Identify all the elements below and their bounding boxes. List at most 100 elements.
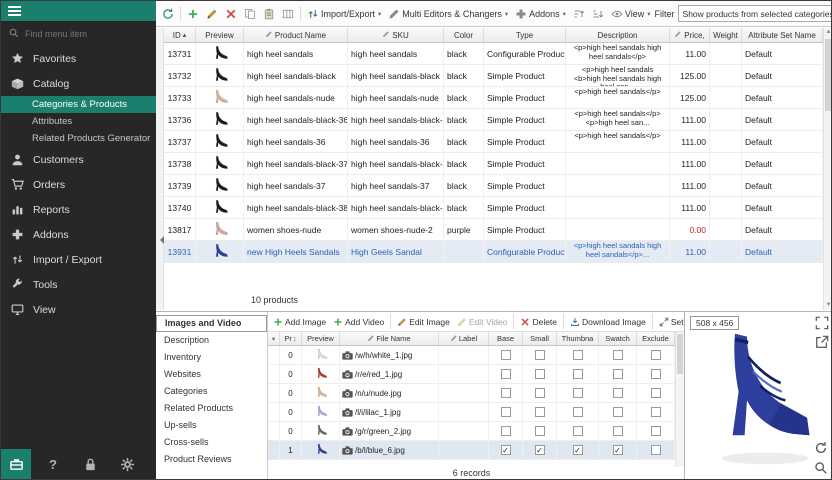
checkbox-small[interactable] xyxy=(535,426,545,436)
scrollbar-thumb[interactable] xyxy=(825,39,832,111)
zoom-icon[interactable] xyxy=(814,461,828,475)
product-row[interactable]: 13732high heel sandals-blackhigh heel sa… xyxy=(164,65,823,87)
product-row[interactable]: 13738high heel sandals-black-37high heel… xyxy=(164,153,823,175)
row-expander[interactable] xyxy=(268,346,280,364)
tab-description[interactable]: Description xyxy=(156,332,267,349)
column-header-menu[interactable]: ▾ xyxy=(268,332,280,345)
checkbox-base[interactable] xyxy=(501,350,511,360)
copy-button[interactable] xyxy=(241,6,259,22)
row-expander[interactable] xyxy=(268,422,280,440)
column-header-exclude[interactable]: Exclude xyxy=(637,332,675,345)
store-icon[interactable] xyxy=(1,449,31,479)
columns-button[interactable] xyxy=(279,6,297,22)
sidebar-item-import-export[interactable]: Import / Export xyxy=(1,247,156,272)
row-expander[interactable] xyxy=(268,384,280,402)
column-header-base[interactable]: Base xyxy=(489,332,523,345)
checkbox-base[interactable] xyxy=(501,407,511,417)
sidebar-subitem-attributes[interactable]: Attributes xyxy=(1,113,156,130)
checkbox-exclude[interactable] xyxy=(651,426,661,436)
lock-icon[interactable] xyxy=(75,449,105,479)
scrollbar-thumb[interactable] xyxy=(677,334,683,374)
column-header-thumbna[interactable]: Thumbna xyxy=(557,332,599,345)
checkbox-exclude[interactable] xyxy=(651,388,661,398)
checkbox-base[interactable]: ✓ xyxy=(501,445,511,455)
sidebar-item-tools[interactable]: Tools xyxy=(1,272,156,297)
checkbox-swatch[interactable] xyxy=(613,426,623,436)
row-expander[interactable] xyxy=(268,441,280,459)
delete-product-button[interactable] xyxy=(222,6,240,22)
vertical-scrollbar[interactable]: ▲ ▼ xyxy=(823,28,832,310)
view-menu-button[interactable]: View▾ xyxy=(608,6,654,22)
scroll-up-icon[interactable]: ▲ xyxy=(824,28,832,37)
image-row[interactable]: 1/b/l/blue_6.jpg✓✓✓✓ xyxy=(268,441,675,460)
column-header-preview[interactable]: Preview xyxy=(196,28,244,42)
sidebar-item-addons[interactable]: Addons xyxy=(1,222,156,247)
row-expander[interactable] xyxy=(268,403,280,421)
multi-editors-menu-button[interactable]: Multi Editors & Changers▾ xyxy=(385,6,511,22)
tab-related-products[interactable]: Related Products xyxy=(156,400,267,417)
checkbox-small[interactable] xyxy=(535,369,545,379)
product-row[interactable]: 13737high heel sandals-36high heel sanda… xyxy=(164,131,823,153)
add-image-button[interactable]: Add Image xyxy=(270,315,329,329)
add-video-button[interactable]: Add Video xyxy=(330,315,387,329)
sidebar-item-favorites[interactable]: Favorites xyxy=(1,46,156,71)
product-row[interactable]: 13739high heel sandals-37high heel sanda… xyxy=(164,175,823,197)
row-expander[interactable] xyxy=(268,365,280,383)
column-header-attribute-set-name[interactable]: Attribute Set Name xyxy=(742,28,823,42)
checkbox-thumbnail[interactable] xyxy=(573,407,583,417)
column-header-weight[interactable]: Weight xyxy=(710,28,742,42)
checkbox-swatch[interactable] xyxy=(613,369,623,379)
checkbox-swatch[interactable] xyxy=(613,350,623,360)
image-row[interactable]: 0/n/u/nude.jpg xyxy=(268,384,675,403)
sidebar-item-orders[interactable]: Orders xyxy=(1,172,156,197)
category-filter-select[interactable]: Show products from selected categories ▾ xyxy=(678,5,832,22)
settings-icon[interactable] xyxy=(112,449,142,479)
checkbox-exclude[interactable] xyxy=(651,407,661,417)
refresh-button[interactable] xyxy=(159,6,177,22)
search-input[interactable] xyxy=(25,29,135,39)
column-header-product-name[interactable]: Product Name xyxy=(244,28,348,42)
delete-image-button[interactable]: Delete xyxy=(517,315,560,329)
checkbox-thumbnail[interactable] xyxy=(573,388,583,398)
column-header-small[interactable]: Small xyxy=(523,332,557,345)
scroll-down-icon[interactable]: ▼ xyxy=(824,301,832,310)
tab-images-and-video[interactable]: Images and Video xyxy=(156,315,267,332)
column-header-pr[interactable]: Pr↕ xyxy=(280,332,302,345)
checkbox-swatch[interactable] xyxy=(613,407,623,417)
menu-icon[interactable] xyxy=(8,6,21,16)
help-icon[interactable]: ? xyxy=(38,449,68,479)
import-export-menu-button[interactable]: Import/Export▾ xyxy=(304,6,384,22)
add-product-button[interactable] xyxy=(184,6,202,22)
checkbox-small[interactable]: ✓ xyxy=(535,445,545,455)
sidebar-subitem-related-products-generator[interactable]: Related Products Generator xyxy=(1,130,156,147)
edit-image-button[interactable]: Edit Image xyxy=(394,315,453,329)
checkbox-base[interactable] xyxy=(501,388,511,398)
column-header-price[interactable]: Price, xyxy=(670,28,710,42)
addons-menu-button[interactable]: Addons▾ xyxy=(512,6,569,22)
sort-asc-button[interactable] xyxy=(570,6,588,22)
rotate-icon[interactable] xyxy=(814,441,828,455)
checkbox-small[interactable] xyxy=(535,350,545,360)
column-header-id[interactable]: ID▴ xyxy=(164,28,196,42)
edit-product-button[interactable] xyxy=(203,6,221,22)
checkbox-small[interactable] xyxy=(535,407,545,417)
checkbox-thumbnail[interactable] xyxy=(573,350,583,360)
product-row[interactable]: 13736high heel sandals-black-36high heel… xyxy=(164,109,823,131)
column-header-color[interactable]: Color xyxy=(444,28,484,42)
checkbox-swatch[interactable] xyxy=(613,388,623,398)
product-row[interactable]: 13731high heel sandalshigh heel sandalsb… xyxy=(164,43,823,65)
product-row[interactable]: 13931new High Heels SandalsHigh Geels Sa… xyxy=(164,241,823,263)
checkbox-exclude[interactable] xyxy=(651,445,661,455)
checkbox-swatch[interactable]: ✓ xyxy=(613,445,623,455)
sort-desc-button[interactable] xyxy=(589,6,607,22)
product-row[interactable]: 13817women shoes-nudewomen shoes-nude-2p… xyxy=(164,219,823,241)
tab-websites[interactable]: Websites xyxy=(156,366,267,383)
column-header-sku[interactable]: SKU xyxy=(348,28,444,42)
tab-up-sells[interactable]: Up-sells xyxy=(156,417,267,434)
image-row[interactable]: 0/r/e/red_1.jpg xyxy=(268,365,675,384)
sidebar-item-customers[interactable]: Customers xyxy=(1,147,156,172)
tab-product-reviews[interactable]: Product Reviews xyxy=(156,451,267,468)
sidebar-item-catalog[interactable]: Catalog xyxy=(1,71,156,96)
column-header-type[interactable]: Type xyxy=(484,28,566,42)
checkbox-exclude[interactable] xyxy=(651,350,661,360)
